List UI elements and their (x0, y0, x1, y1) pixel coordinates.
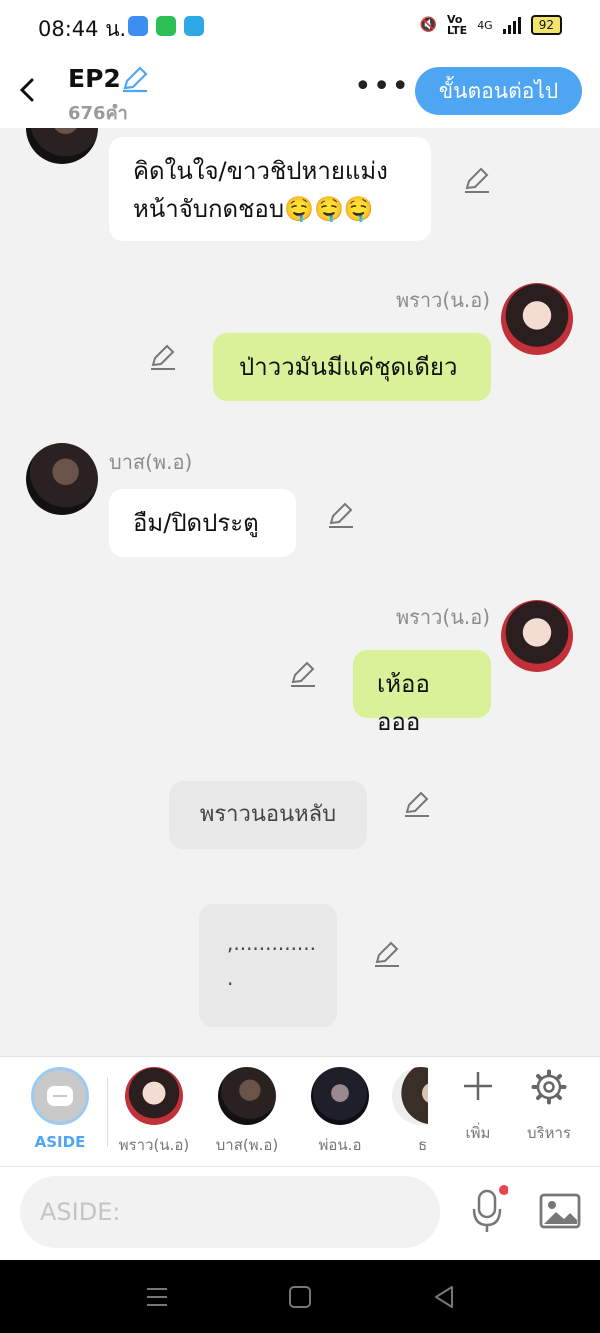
battery-indicator: 92 (530, 15, 562, 35)
gear-icon (531, 1069, 567, 1105)
message-text: หน้าจับกดชอบ🤤🤤🤤 (133, 195, 374, 223)
line-notification-icon (156, 16, 176, 36)
edit-message-icon[interactable] (326, 500, 356, 530)
speaker-name: พราว(น.อ) (396, 605, 491, 629)
episode-header: EP2 676คำ ••• ขั้นตอนต่อไป (0, 52, 600, 128)
edit-title-icon[interactable] (120, 64, 150, 94)
edit-message-icon[interactable] (148, 342, 178, 372)
status-bar: 08:44 น. 🔇 Vo LTE 4G 92 (0, 0, 600, 52)
message-text: เห้อออออ (377, 670, 430, 736)
edit-message-icon[interactable] (402, 789, 432, 819)
network-label: 4G (477, 18, 493, 32)
avatar-praw (125, 1067, 183, 1125)
edit-message-icon[interactable] (462, 165, 492, 195)
character-bas[interactable]: บาส(พ.อ) (207, 1067, 287, 1157)
avatar-bas (218, 1067, 276, 1125)
image-icon[interactable] (538, 1191, 582, 1231)
character-label: ASIDE (34, 1133, 86, 1151)
next-step-button[interactable]: ขั้นตอนต่อไป (415, 67, 582, 115)
character-bar: ASIDE พราว(น.อ) บาส(พ.อ) พ่อน.อ ธ เพิ่ม (0, 1056, 600, 1166)
back-icon[interactable] (14, 72, 42, 108)
avatar-bas[interactable] (26, 128, 98, 164)
system-navigation-bar (0, 1260, 600, 1333)
novel-notification-icon (184, 16, 204, 36)
microphone-icon[interactable] (470, 1185, 508, 1235)
divider (107, 1077, 108, 1147)
volte-icon: Vo LTE (446, 13, 468, 37)
add-character-button[interactable]: เพิ่ม (438, 1069, 518, 1145)
manage-label: บริหาร (527, 1124, 571, 1142)
character-aside[interactable]: ASIDE (20, 1067, 100, 1151)
aside-text: . (227, 966, 234, 990)
aside-bubble[interactable]: พราวนอนหลับ (169, 781, 367, 849)
message-text: คิดในใจ/ขาวชิปหายแม่ง (133, 157, 388, 185)
avatar-partial (392, 1067, 428, 1125)
mute-icon: 🔇 (419, 17, 437, 33)
aside-icon (31, 1067, 89, 1125)
edit-message-icon[interactable] (372, 939, 402, 969)
character-label: พ่อน.อ (318, 1136, 362, 1154)
avatar-father (311, 1067, 369, 1125)
message-bubble[interactable]: ป่าววมันมีแค่ชุดเดียว (213, 333, 491, 401)
avatar-bas[interactable] (26, 443, 98, 515)
word-count: 676คำ (68, 103, 128, 124)
character-partial[interactable]: ธ (392, 1067, 428, 1157)
chat-area[interactable]: คิดในใจ/ขาวชิปหายแม่ง หน้าจับกดชอบ🤤🤤🤤 พร… (0, 128, 600, 1056)
message-bubble[interactable]: เห้อออออ (353, 650, 491, 736)
character-label: ธ (418, 1136, 428, 1154)
episode-title: EP2 (68, 64, 121, 93)
back-nav-icon[interactable] (431, 1284, 457, 1310)
more-options-icon[interactable]: ••• (354, 72, 410, 102)
message-bubble[interactable]: อืม/ปิดประตู (109, 489, 296, 557)
status-right: 🔇 Vo LTE 4G 92 (420, 14, 562, 36)
aside-bubble[interactable]: ,............. . (199, 904, 337, 1027)
manage-button[interactable]: บริหาร (509, 1069, 589, 1145)
message-input[interactable] (20, 1176, 440, 1248)
app-notification-icon (128, 16, 148, 36)
add-label: เพิ่ม (465, 1124, 491, 1142)
status-time: 08:44 น. (38, 17, 127, 41)
signal-icon (502, 16, 521, 34)
character-father[interactable]: พ่อน.อ (300, 1067, 380, 1157)
message-bubble[interactable]: คิดในใจ/ขาวชิปหายแม่ง หน้าจับกดชอบ🤤🤤🤤 (109, 137, 431, 241)
character-label: พราว(น.อ) (118, 1136, 190, 1154)
menu-icon[interactable] (144, 1284, 170, 1310)
avatar-praw[interactable] (501, 600, 573, 672)
character-label: บาส(พ.อ) (215, 1136, 279, 1154)
speaker-name: บาส(พ.อ) (109, 450, 193, 474)
speaker-name: พราว(น.อ) (396, 288, 491, 312)
character-praw[interactable]: พราว(น.อ) (114, 1067, 194, 1157)
plus-icon (464, 1072, 492, 1100)
message-text: อืม/ปิดประตู (133, 509, 259, 537)
edit-message-icon[interactable] (288, 659, 318, 689)
aside-text: พราวนอนหลับ (199, 802, 337, 827)
input-bar (0, 1166, 600, 1260)
home-icon[interactable] (287, 1284, 313, 1310)
aside-text: ,............. (227, 931, 317, 955)
message-text: ป่าววมันมีแค่ชุดเดียว (239, 353, 458, 381)
avatar-praw[interactable] (501, 283, 573, 355)
